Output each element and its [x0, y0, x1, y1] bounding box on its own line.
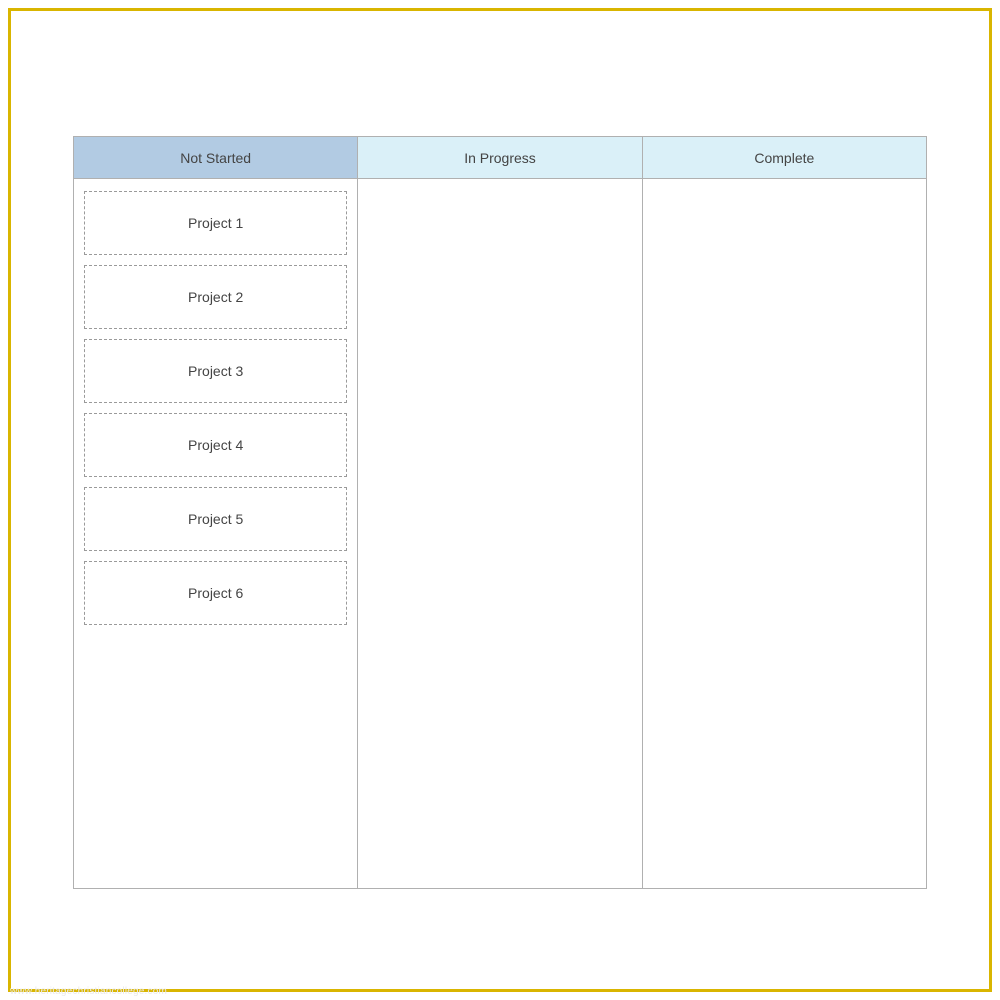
- project-card[interactable]: Project 2: [84, 265, 347, 329]
- project-card[interactable]: Project 6: [84, 561, 347, 625]
- column-complete[interactable]: Complete: [643, 136, 927, 889]
- column-header-in-progress: In Progress: [358, 137, 641, 179]
- project-card[interactable]: Project 1: [84, 191, 347, 255]
- card-label: Project 6: [188, 585, 243, 601]
- column-body-in-progress[interactable]: [358, 179, 641, 888]
- column-not-started[interactable]: Not Started Project 1 Project 2 Project …: [73, 136, 358, 889]
- card-label: Project 5: [188, 511, 243, 527]
- column-title: Not Started: [180, 150, 251, 166]
- kanban-board: Not Started Project 1 Project 2 Project …: [73, 136, 927, 889]
- project-card[interactable]: Project 3: [84, 339, 347, 403]
- column-in-progress[interactable]: In Progress: [358, 136, 642, 889]
- column-body-complete[interactable]: [643, 179, 926, 888]
- card-label: Project 2: [188, 289, 243, 305]
- card-label: Project 4: [188, 437, 243, 453]
- project-card[interactable]: Project 5: [84, 487, 347, 551]
- outer-frame: Not Started Project 1 Project 2 Project …: [8, 8, 992, 992]
- column-title: In Progress: [464, 150, 536, 166]
- project-card[interactable]: Project 4: [84, 413, 347, 477]
- card-label: Project 1: [188, 215, 243, 231]
- card-label: Project 3: [188, 363, 243, 379]
- column-header-not-started: Not Started: [74, 137, 357, 179]
- column-body-not-started[interactable]: Project 1 Project 2 Project 3 Project 4 …: [74, 179, 357, 888]
- watermark-text: www.heritagechristiancollege.com: [10, 986, 167, 997]
- column-header-complete: Complete: [643, 137, 926, 179]
- column-title: Complete: [754, 150, 814, 166]
